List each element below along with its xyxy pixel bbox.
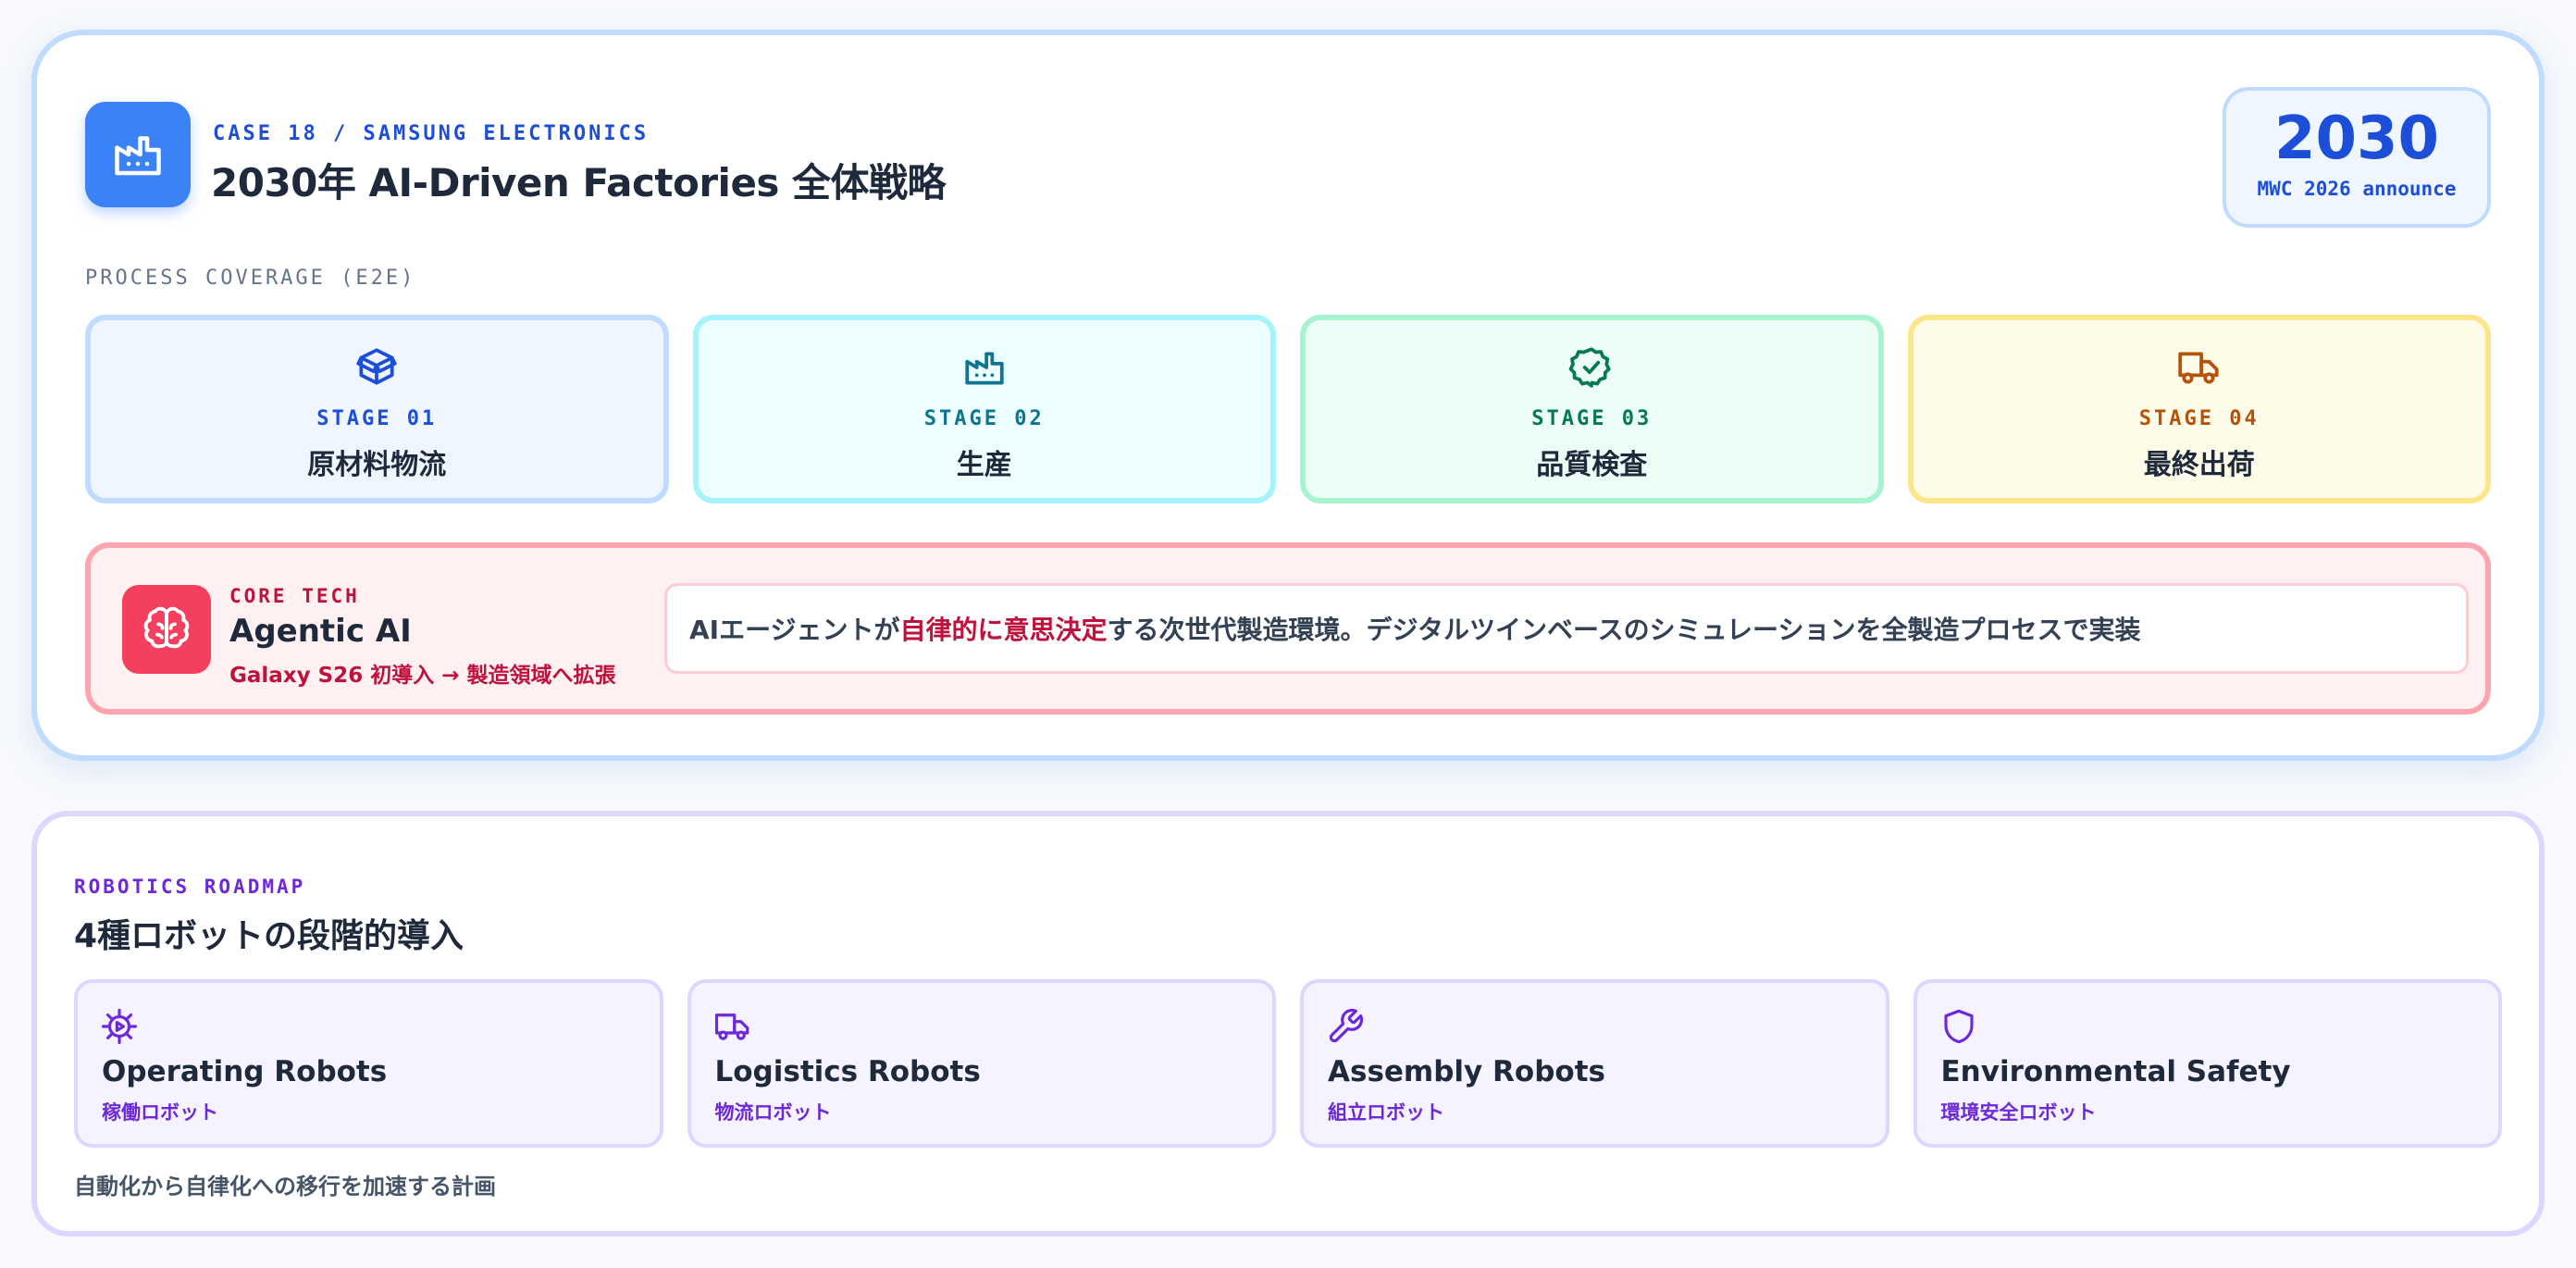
case-eyebrow: CASE 18 / SAMSUNG ELECTRONICS bbox=[213, 122, 650, 145]
factory-icon bbox=[85, 102, 191, 207]
robot-card-assembly: Assembly Robots 組立ロボット bbox=[1300, 979, 1889, 1148]
robot-subtitle: 環境安全ロボット bbox=[1940, 1101, 2097, 1124]
robot-card-environmental-safety: Environmental Safety 環境安全ロボット bbox=[1913, 979, 2502, 1148]
robot-name: Environmental Safety bbox=[1940, 1055, 2291, 1088]
stage-name: 原材料物流 bbox=[307, 449, 447, 481]
robot-subtitle: 物流ロボット bbox=[714, 1101, 832, 1124]
factory-icon bbox=[965, 352, 1004, 385]
desc-text: AIエージェントが bbox=[689, 615, 900, 645]
stage-number: STAGE 03 bbox=[1531, 407, 1653, 430]
wrench-icon bbox=[1329, 1008, 1364, 1043]
year-badge: 2030 MWC 2026 announce bbox=[2223, 87, 2491, 228]
robot-card-logistics: Logistics Robots 物流ロボット bbox=[687, 979, 1276, 1148]
truck-icon bbox=[2178, 352, 2219, 384]
stage-card-raw-material: STAGE 01 原材料物流 bbox=[85, 315, 669, 503]
stage-list: STAGE 01 原材料物流 STAGE 02 生産 STAGE 03 品質検査 bbox=[85, 315, 2491, 503]
robot-name: Operating Robots bbox=[102, 1055, 388, 1088]
robot-card-operating: Operating Robots 稼働ロボット bbox=[74, 979, 663, 1148]
shield-icon bbox=[1943, 1009, 1974, 1044]
core-subtitle: Galaxy S26 初導入 → 製造領域へ拡張 bbox=[229, 664, 616, 688]
stage-name: 最終出荷 bbox=[2143, 449, 2255, 481]
page-title: 2030年 AI-Driven Factories 全体戦略 bbox=[211, 160, 947, 205]
robotics-card: ROBOTICS ROADMAP 4種ロボットの段階的導入 Operating … bbox=[31, 811, 2545, 1237]
stage-card-production: STAGE 02 生産 bbox=[692, 315, 1276, 503]
stage-name: 生産 bbox=[956, 449, 1012, 481]
robot-name: Assembly Robots bbox=[1328, 1055, 1605, 1088]
coverage-label: PROCESS COVERAGE (E2E) bbox=[85, 267, 416, 290]
robot-list: Operating Robots 稼働ロボット Logistics Robots… bbox=[74, 979, 2502, 1148]
robot-subtitle: 稼働ロボット bbox=[102, 1101, 218, 1124]
year-value: 2030 bbox=[2273, 105, 2440, 173]
core-eyebrow: CORE TECH bbox=[229, 585, 360, 607]
core-description: AIエージェントが 自律的に意思決定 する次世代製造環境。デジタルツインベースのシミ… bbox=[664, 583, 2469, 674]
robotics-eyebrow: ROBOTICS ROADMAP bbox=[74, 876, 306, 898]
badge-check-icon bbox=[1568, 347, 1611, 388]
stage-number: STAGE 01 bbox=[316, 407, 438, 430]
stage-number: STAGE 02 bbox=[923, 407, 1045, 430]
desc-text: する次世代製造環境。デジタルツインベースのシミュレーションを全製造プロセスで実装 bbox=[1107, 615, 2141, 645]
stage-name: 品質検査 bbox=[1536, 449, 1648, 481]
truck-icon bbox=[714, 1013, 749, 1040]
core-tech-panel: CORE TECH Agentic AI Galaxy S26 初導入 → 製造… bbox=[85, 542, 2491, 715]
robot-name: Logistics Robots bbox=[714, 1055, 981, 1088]
strategy-card: CASE 18 / SAMSUNG ELECTRONICS 2030年 AI-D… bbox=[31, 30, 2545, 761]
brain-icon bbox=[122, 585, 211, 674]
stage-card-quality-inspection: STAGE 03 品質検査 bbox=[1300, 315, 1884, 503]
year-caption: MWC 2026 announce bbox=[2257, 178, 2457, 200]
core-title: Agentic AI bbox=[229, 613, 412, 650]
package-icon bbox=[356, 348, 397, 385]
stage-card-final-shipment: STAGE 04 最終出荷 bbox=[1907, 315, 2491, 503]
gear-icon bbox=[101, 1008, 138, 1045]
robot-subtitle: 組立ロボット bbox=[1328, 1101, 1444, 1124]
robotics-footer-note: 自動化から自律化への移行を加速する計画 bbox=[74, 1174, 496, 1200]
desc-highlight: 自律的に意思決定 bbox=[899, 615, 1108, 645]
stage-number: STAGE 04 bbox=[2138, 407, 2260, 430]
robotics-title: 4種ロボットの段階的導入 bbox=[74, 917, 464, 955]
